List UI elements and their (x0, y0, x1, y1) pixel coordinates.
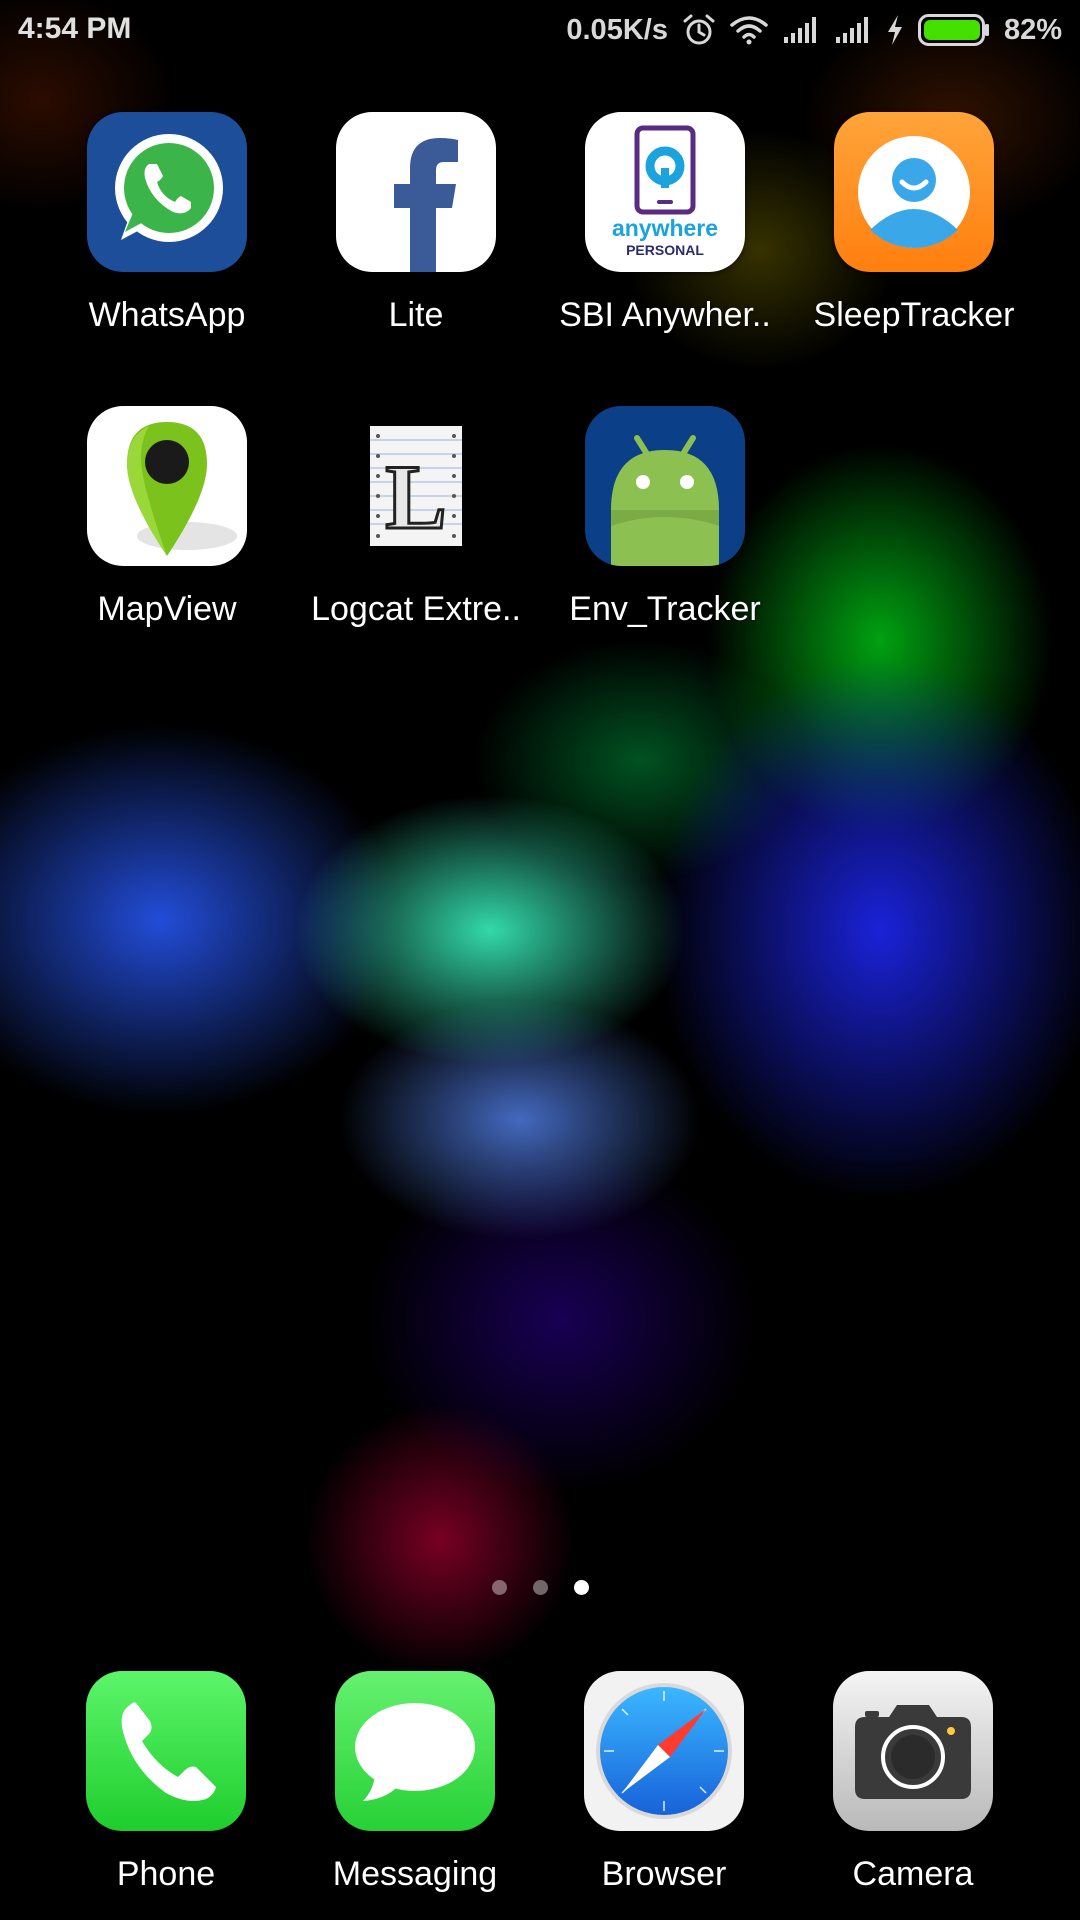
app-sleeptracker[interactable]: SleepTracker (789, 112, 1039, 335)
dock-messaging[interactable]: Messaging (290, 1671, 540, 1894)
page-dot[interactable] (491, 1580, 507, 1595)
dock-label: Phone (116, 1855, 216, 1893)
battery-percent: 82% (1003, 13, 1062, 46)
status-bar: 4:54 PM 0.05K/s 82% (0, 0, 1080, 60)
camera-icon (833, 1671, 993, 1831)
signal-icon (782, 15, 820, 45)
phone-icon (86, 1671, 246, 1831)
app-label: Env_Tracker (569, 590, 761, 628)
dock-phone[interactable]: Phone (41, 1671, 291, 1894)
logcat-icon-letter: L (385, 446, 446, 548)
status-time: 4:54 PM (18, 12, 132, 45)
dock-label: Browser (601, 1855, 727, 1893)
app-label: SBI Anywher.. (559, 296, 771, 334)
sbi-icon-text: anywhere (612, 215, 718, 241)
sleeptracker-icon (834, 112, 994, 272)
page-dot[interactable] (573, 1580, 589, 1595)
app-env-tracker[interactable]: Env_Tracker (540, 406, 790, 629)
app-label: MapView (97, 590, 237, 628)
app-label: Lite (388, 296, 444, 334)
app-label: Logcat Extre.. (311, 590, 521, 628)
battery-icon (917, 14, 990, 46)
sbi-anywhere-icon: anywhere PERSONAL (585, 112, 745, 272)
whatsapp-icon (87, 112, 247, 272)
app-logcat-extreme[interactable]: L Logcat Extre.. (291, 406, 541, 629)
dock-browser[interactable]: Browser (539, 1671, 789, 1894)
signal-icon (834, 15, 872, 45)
android-icon (585, 406, 745, 566)
app-label: SleepTracker (813, 296, 1015, 334)
app-label: WhatsApp (88, 296, 246, 334)
sbi-icon-subtext: PERSONAL (626, 242, 704, 258)
page-indicator (0, 1580, 1080, 1595)
home-screen: 4:54 PM 0.05K/s 82% WhatsApp Lite anywhe… (0, 0, 1080, 1920)
dock-camera[interactable]: Camera (788, 1671, 1038, 1894)
app-sbi-anywhere[interactable]: anywhere PERSONAL SBI Anywher.. (540, 112, 790, 335)
alarm-icon (682, 13, 716, 47)
status-icons: 0.05K/s 82% (566, 10, 1062, 50)
messaging-icon (335, 1671, 495, 1831)
app-mapview[interactable]: MapView (42, 406, 292, 629)
compass-icon (584, 1671, 744, 1831)
app-lite[interactable]: Lite (291, 112, 541, 335)
logcat-icon: L (336, 406, 496, 566)
page-dot[interactable] (532, 1580, 548, 1595)
map-pin-icon (87, 406, 247, 566)
app-whatsapp[interactable]: WhatsApp (42, 112, 292, 335)
dock-label: Camera (852, 1855, 974, 1893)
network-speed: 0.05K/s (566, 13, 668, 46)
facebook-lite-icon (336, 112, 496, 272)
wifi-icon (730, 15, 768, 45)
charging-icon (886, 14, 904, 46)
dock-label: Messaging (332, 1855, 498, 1893)
